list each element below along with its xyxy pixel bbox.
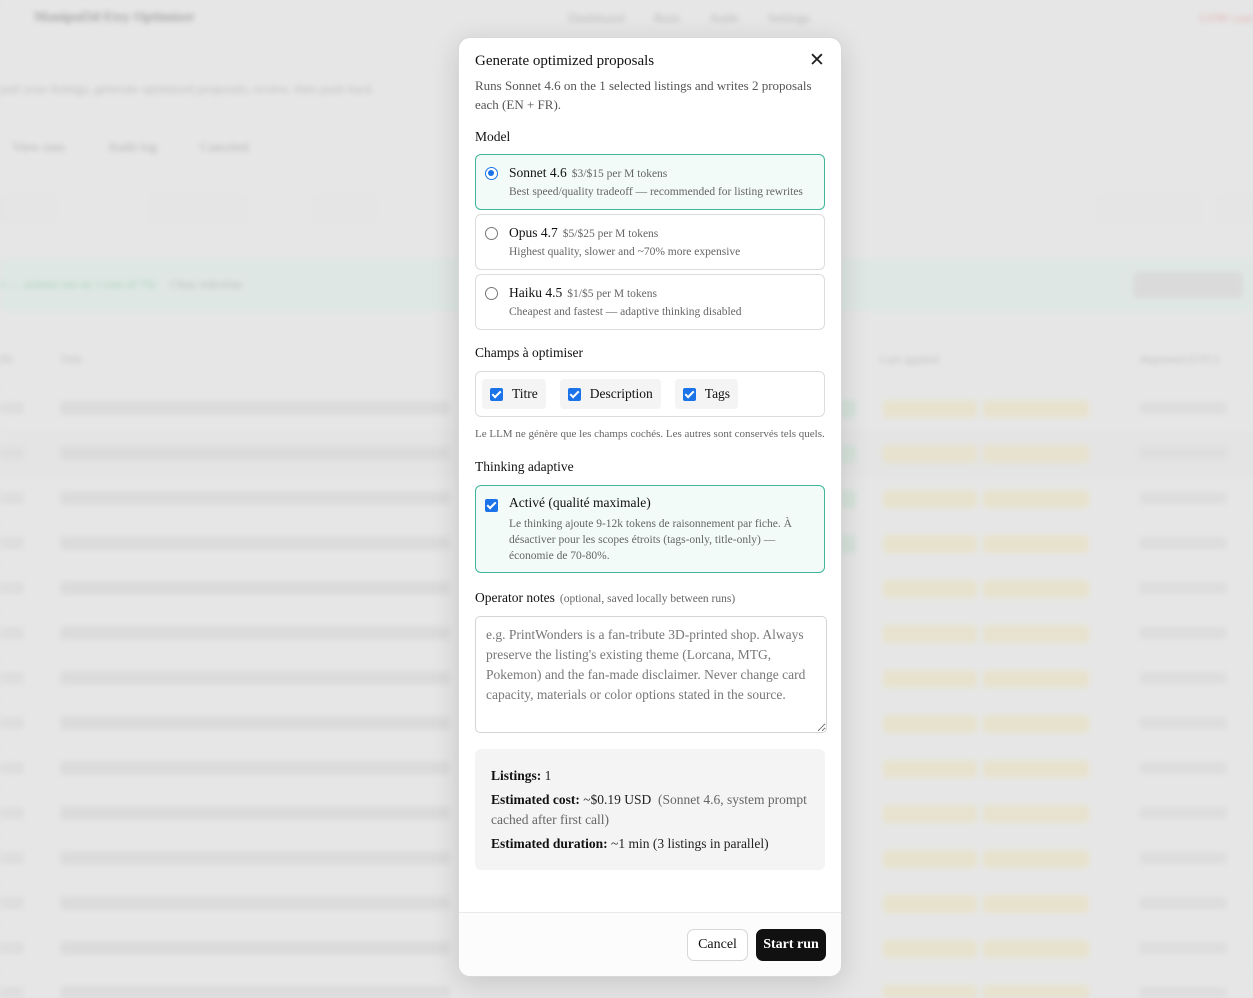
fields-hint: Le LLM ne génère que les champs cochés. …: [475, 428, 825, 440]
dialog-body: Generate optimized proposals ✕ Runs Sonn…: [459, 38, 841, 912]
thinking-section-label: Thinking adaptive: [475, 459, 574, 474]
model-name: Sonnet 4.6: [509, 165, 567, 180]
dialog-footer: Cancel Start run: [459, 912, 841, 976]
model-section-label: Model: [475, 129, 511, 144]
dialog-title: Generate optimized proposals: [475, 53, 655, 69]
model-price: $5/$25 per M tokens: [562, 228, 659, 240]
notes-section-label: Operator notes (optional, saved locally b…: [475, 590, 736, 605]
cancel-button[interactable]: Cancel: [687, 929, 748, 961]
model-description: Best speed/quality tradeoff — recommende…: [509, 186, 803, 198]
model-option-haiku[interactable]: Haiku 4.5 $1/$5 per M tokens Cheapest and…: [475, 274, 825, 330]
generate-proposals-dialog: Generate optimized proposals ✕ Runs Sonn…: [458, 37, 842, 977]
field-checkbox-tags[interactable]: Tags: [674, 379, 739, 409]
model-description: Cheapest and fastest — adaptive thinking…: [509, 306, 742, 318]
model-price: $3/$15 per M tokens: [571, 168, 668, 180]
checkbox-checked-icon[interactable]: [485, 499, 498, 512]
close-icon[interactable]: ✕: [807, 50, 827, 70]
thinking-description: Le thinking ajoute 9-12k tokens de raiso…: [509, 518, 792, 562]
field-label: Description: [589, 386, 653, 401]
model-option-opus[interactable]: Opus 4.7 $5/$25 per M tokens Highest qual…: [475, 214, 825, 270]
dialog-subtitle: Runs Sonnet 4.6 on the 1 selected listin…: [475, 78, 812, 112]
radio-icon[interactable]: [485, 287, 498, 300]
start-run-button[interactable]: Start run: [756, 929, 826, 961]
field-label: Tags: [704, 386, 731, 401]
model-option-sonnet[interactable]: Sonnet 4.6 $3/$15 per M tokens Best speed…: [475, 154, 825, 210]
model-description: Highest quality, slower and ~70% more ex…: [509, 246, 741, 258]
run-summary: Listings: 1 Estimated cost: ~$0.19 USD (…: [475, 749, 825, 870]
summary-cost: Estimated cost: ~$0.19 USD (Sonnet 4.6, …: [491, 792, 807, 827]
checkbox-checked-icon[interactable]: [567, 387, 581, 401]
checkbox-checked-icon[interactable]: [682, 387, 696, 401]
field-label: Titre: [512, 386, 538, 401]
fields-selector: Titre Description Tags: [475, 371, 825, 417]
field-checkbox-description[interactable]: Description: [559, 379, 661, 409]
radio-selected-icon[interactable]: [485, 167, 498, 180]
summary-listings: Listings: 1: [491, 768, 552, 783]
notes-hint: (optional, saved locally between runs): [559, 593, 736, 605]
summary-duration: Estimated duration: ~1 min (3 listings i…: [491, 836, 769, 851]
model-price: $1/$5 per M tokens: [567, 288, 658, 300]
thinking-toggle[interactable]: Activé (qualité maximale) Le thinking aj…: [475, 485, 825, 573]
model-name: Haiku 4.5: [509, 285, 563, 300]
thinking-title: Activé (qualité maximale): [509, 495, 651, 510]
field-checkbox-titre[interactable]: Titre: [482, 379, 546, 409]
checkbox-checked-icon[interactable]: [490, 387, 503, 401]
radio-icon[interactable]: [485, 227, 498, 240]
model-name: Opus 4.7: [509, 225, 558, 240]
fields-section-label: Champs à optimiser: [475, 345, 583, 360]
operator-notes-input[interactable]: [475, 616, 827, 733]
